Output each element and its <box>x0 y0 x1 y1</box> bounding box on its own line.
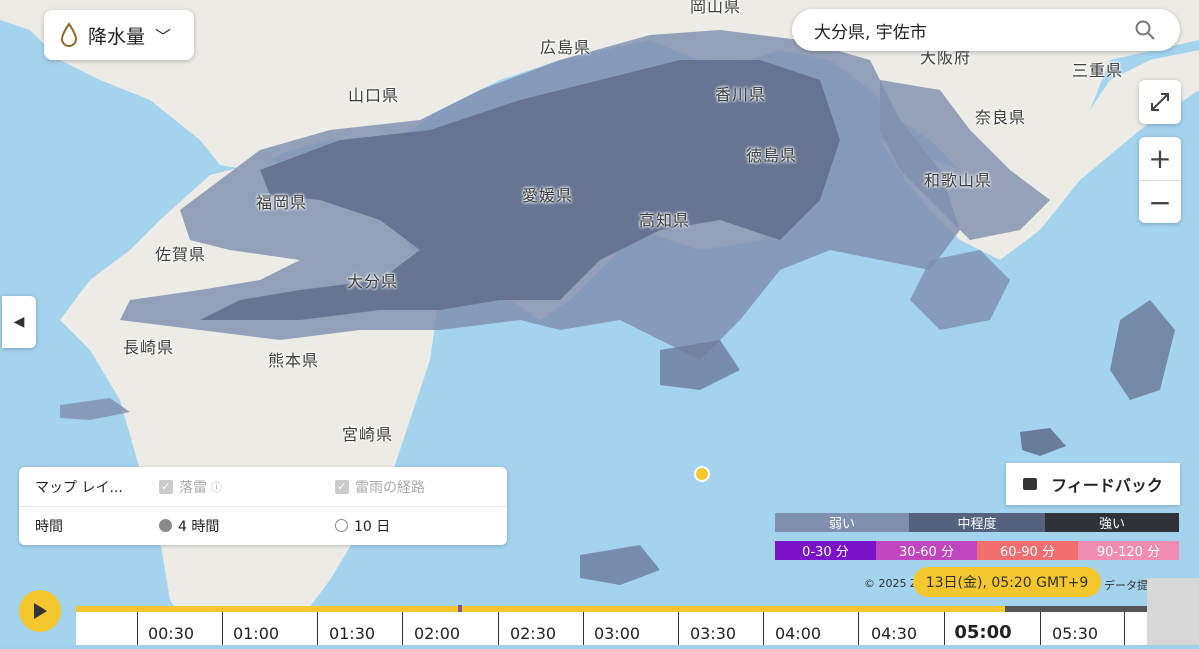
radio-4h-label: 4 時間 <box>178 518 220 535</box>
timeline-tick-label[interactable]: 04:00 <box>775 624 821 643</box>
map-label-yamaguchi: 山口県 <box>348 86 400 105</box>
zoom-out-button[interactable]: − <box>1139 180 1181 224</box>
lightning-checkbox[interactable]: ✓ 落雷 ⓘ <box>159 477 222 497</box>
timeline-tick-line <box>1040 612 1041 645</box>
map-label-ehime: 愛媛県 <box>522 186 574 205</box>
timeline-tick-line <box>944 612 945 645</box>
map-label-kumamoto: 熊本県 <box>268 351 320 370</box>
map-layers-label[interactable]: マップ レイ... <box>35 477 123 497</box>
map-label-oita: 大分県 <box>347 272 399 291</box>
map-label-wakayama: 和歌山県 <box>924 171 993 190</box>
map-layers-panel: マップ レイ... ✓ 落雷 ⓘ ✓ 雷雨の経路 時間 4 時間 10 日 <box>19 467 507 545</box>
timeline-tick-line <box>317 612 318 645</box>
layer-dropdown-label: 降水量 <box>88 25 146 48</box>
timeline-tick-label[interactable]: 00:30 <box>148 624 194 643</box>
fullscreen-button[interactable] <box>1139 80 1181 124</box>
legend-0-30: 0-30 分 <box>775 541 876 560</box>
map-label-nagasaki: 長崎県 <box>123 338 175 357</box>
legend-moderate: 中程度 <box>909 513 1045 532</box>
radio-selected-icon <box>159 519 172 532</box>
play-button[interactable] <box>19 590 61 632</box>
timeline-tick-label[interactable]: 03:30 <box>690 624 736 643</box>
timeline-tick-line <box>858 612 859 645</box>
timeline-tick-label[interactable]: 02:30 <box>510 624 556 643</box>
timeline-axis: 00:30 01:00 01:30 02:00 02:30 03:00 03:30 04:00… <box>76 612 1147 645</box>
checkbox-checked-icon: ✓ <box>335 479 349 494</box>
radio-4h[interactable]: 4 時間 <box>159 516 219 536</box>
collapse-panel-button[interactable]: ◀ <box>2 296 36 348</box>
legend-light: 弱い <box>775 513 909 532</box>
timeline-tick-label[interactable]: 05:30 <box>1052 624 1098 643</box>
storm-path-checkbox[interactable]: ✓ 雷雨の経路 <box>335 477 425 497</box>
intensity-legend: 弱い 中程度 強い <box>775 513 1179 532</box>
location-marker <box>694 466 710 482</box>
lightning-label: 落雷 <box>179 479 207 496</box>
radio-10d[interactable]: 10 日 <box>335 516 390 536</box>
timeline-tick-line <box>222 612 223 645</box>
chevron-left-icon: ◀ <box>13 314 25 330</box>
search-icon[interactable] <box>1134 19 1156 41</box>
expand-icon <box>1151 93 1169 111</box>
timeline-tick-label[interactable]: 04:30 <box>871 624 917 643</box>
duration-legend: 0-30 分 30-60 分 60-90 分 90-120 分 <box>775 541 1179 560</box>
time-tooltip: 13日(金), 05:20 GMT+9 <box>913 567 1101 597</box>
map-label-hiroshima: 広島県 <box>540 38 592 57</box>
map-label-nara: 奈良県 <box>975 108 1027 127</box>
search-input[interactable] <box>812 19 1116 41</box>
timeline-tick-line <box>763 612 764 645</box>
map-label-fukuoka: 福岡県 <box>256 193 308 212</box>
timeline-end-area <box>1147 578 1199 645</box>
timeline-tick-label[interactable]: 03:00 <box>594 624 640 643</box>
timeline-tick-line <box>678 612 679 645</box>
legend-90-120: 90-120 分 <box>1078 541 1179 560</box>
zoom-controls: + − <box>1139 137 1181 223</box>
map-label-tokushima: 徳島県 <box>746 146 798 165</box>
feedback-icon <box>1023 478 1038 490</box>
map-label-saga: 佐賀県 <box>155 245 207 264</box>
radio-10d-label: 10 日 <box>354 518 391 535</box>
chevron-down-icon: ﹀ <box>155 27 172 46</box>
legend-60-90: 60-90 分 <box>977 541 1078 560</box>
search-bar[interactable] <box>792 9 1180 51</box>
map-label-kochi: 高知県 <box>639 211 691 230</box>
feedback-label: フィードバック <box>1051 476 1163 495</box>
radio-unselected-icon <box>335 519 348 532</box>
storm-path-label: 雷雨の経路 <box>355 479 425 496</box>
layer-dropdown[interactable]: 降水量 ﹀ <box>44 10 194 60</box>
timeline-tick-label[interactable]: 05:00 <box>954 622 1011 643</box>
map-label-kagawa: 香川県 <box>715 85 767 104</box>
timeline-tick-line <box>402 612 403 645</box>
legend-heavy: 強い <box>1045 513 1179 532</box>
timeline-tick-label[interactable]: 02:00 <box>414 624 460 643</box>
time-label: 時間 <box>35 518 63 535</box>
timeline-tick-line <box>498 612 499 645</box>
timeline-tick-line <box>137 612 138 645</box>
checkbox-checked-icon: ✓ <box>159 479 173 494</box>
timeline-tick-line <box>583 612 584 645</box>
timeline-tick-label[interactable]: 01:00 <box>233 624 279 643</box>
map-label-okayama: 岡山県 <box>690 0 742 16</box>
raindrop-icon <box>60 22 78 47</box>
zoom-in-button[interactable]: + <box>1139 137 1181 180</box>
map-label-mie: 三重県 <box>1072 61 1124 80</box>
map-label-miyazaki: 宮崎県 <box>342 425 394 444</box>
timeline-tick-line <box>1124 612 1125 645</box>
legend-30-60: 30-60 分 <box>876 541 977 560</box>
feedback-button[interactable]: フィードバック <box>1006 463 1180 505</box>
timeline-tick-label[interactable]: 01:30 <box>329 624 375 643</box>
play-icon <box>34 603 47 619</box>
info-icon[interactable]: ⓘ <box>211 479 222 495</box>
copyright: © 2025 Z <box>864 577 918 590</box>
